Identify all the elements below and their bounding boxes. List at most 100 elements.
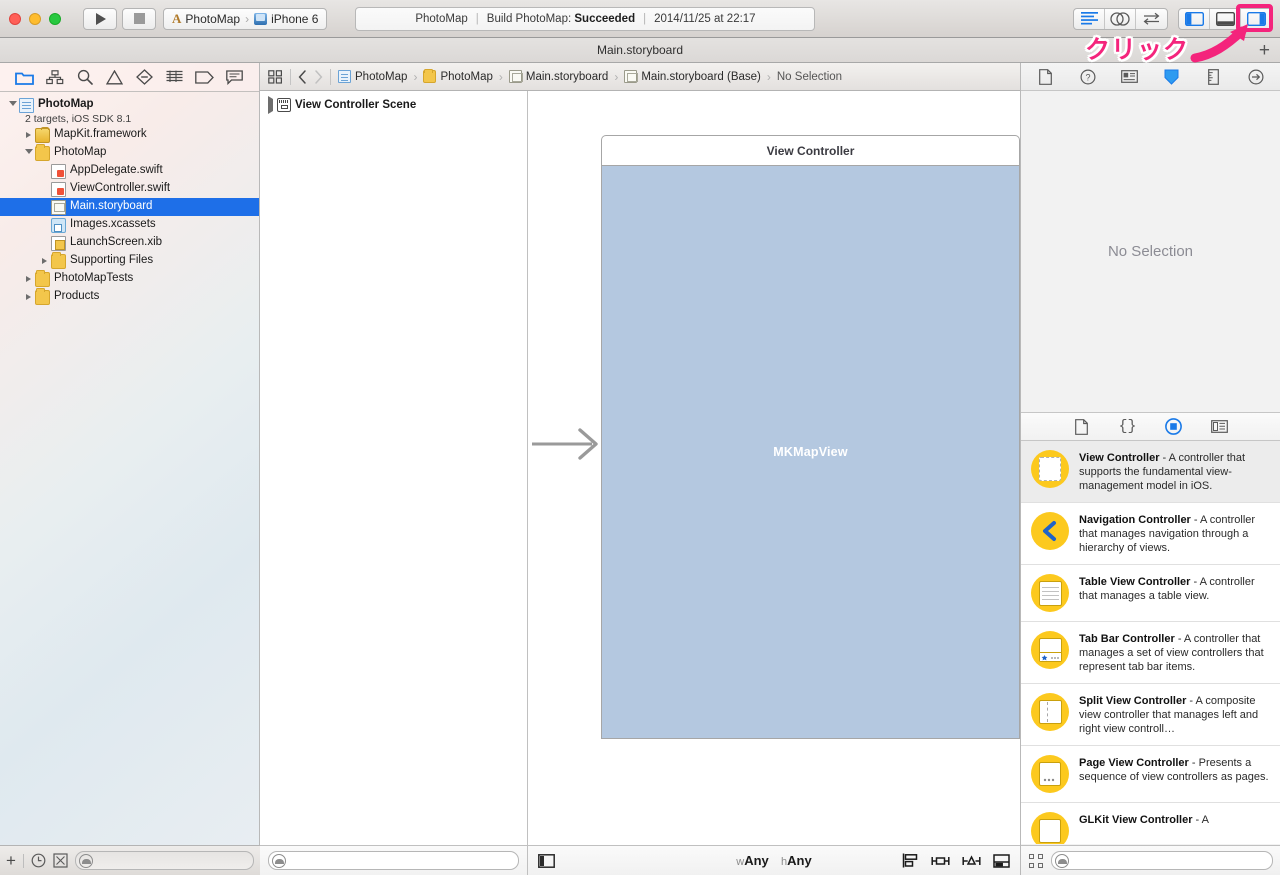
navigator-tab-breakpoint[interactable] <box>192 66 216 88</box>
file-tree-row[interactable]: AppDelegate.swift <box>0 162 259 180</box>
recent-files-clock-icon[interactable] <box>31 853 46 868</box>
assistant-editor-button[interactable] <box>1105 8 1136 29</box>
disclosure-triangle[interactable] <box>22 149 35 157</box>
library-tab-code-snippet[interactable]: {} <box>1118 417 1138 437</box>
framework-icon <box>35 126 50 143</box>
file-tree-row[interactable]: MapKit.framework <box>0 126 259 144</box>
file-tree-row[interactable]: Images.xcassets <box>0 216 259 234</box>
library-item-text: Page View Controller - Presents a sequen… <box>1079 755 1270 784</box>
align-button[interactable] <box>902 853 919 868</box>
split-view-glyph <box>1038 700 1062 724</box>
library-item[interactable]: Table View Controller - A controller tha… <box>1021 565 1280 622</box>
assistant-editor-icon <box>1110 11 1130 26</box>
library-item[interactable]: GLKit View Controller - A <box>1021 803 1280 844</box>
inspector-tab-quick-help[interactable]: ? <box>1078 67 1098 87</box>
breadcrumb-item[interactable]: Main.storyboard (Base) <box>624 70 761 83</box>
stop-icon <box>133 13 145 24</box>
library-tab-media[interactable] <box>1210 417 1230 437</box>
map-view-object[interactable]: MKMapView <box>601 165 1020 739</box>
inspector-tab-identity[interactable] <box>1120 67 1140 87</box>
toggle-outline-view-icon[interactable] <box>538 853 555 868</box>
library-item-title: GLKit View Controller <box>1079 814 1193 826</box>
zoom-window-button[interactable] <box>49 12 61 25</box>
file-tree-row-label: Main.storyboard <box>70 200 153 213</box>
disclosure-triangle[interactable] <box>22 294 35 300</box>
file-tree-row[interactable]: Supporting Files <box>0 252 259 270</box>
close-window-button[interactable] <box>9 12 21 25</box>
navigator-filter-input[interactable] <box>74 851 254 870</box>
library-item[interactable]: Split View Controller - A composite view… <box>1021 684 1280 746</box>
standard-editor-button[interactable] <box>1074 8 1105 29</box>
navigator-tab-issue[interactable] <box>103 66 127 88</box>
tab-bar-glyph <box>1038 638 1062 662</box>
inspector-tab-size[interactable] <box>1204 67 1224 87</box>
file-tree-row[interactable]: PhotoMapTests <box>0 270 259 288</box>
outline-item-view-controller-scene[interactable]: View Controller Scene <box>260 95 527 115</box>
breadcrumb-chevron-icon: › <box>413 69 418 84</box>
interface-builder-canvas[interactable]: View Controller MKMapView <box>528 91 1020 845</box>
breadcrumb-item[interactable]: Main.storyboard <box>508 70 608 83</box>
breadcrumb-chevron-icon: › <box>498 69 503 84</box>
library-view-mode-button[interactable] <box>1029 853 1043 868</box>
run-button[interactable] <box>83 7 117 30</box>
scheme-selector[interactable]: A PhotoMap › iPhone 6 <box>163 7 328 30</box>
breadcrumb-item[interactable]: PhotoMap <box>338 70 407 83</box>
navigator-tab-project[interactable] <box>13 66 37 88</box>
status-action-label: Build PhotoMap: Succeeded <box>486 12 636 25</box>
file-tree-row[interactable]: LaunchScreen.xib <box>0 234 259 252</box>
file-tree-row[interactable]: PhotoMap <box>0 144 259 162</box>
resolve-auto-layout-issues-button[interactable] <box>962 854 981 868</box>
pin-button[interactable] <box>931 854 950 868</box>
xcassets-icon <box>51 217 66 233</box>
inspector-tab-attributes[interactable] <box>1162 67 1182 87</box>
library-item[interactable]: Page View Controller - Presents a sequen… <box>1021 746 1280 803</box>
library-item[interactable]: Navigation Controller - A controller tha… <box>1021 503 1280 565</box>
file-icon <box>1039 68 1052 85</box>
navigator-tab-search[interactable] <box>73 66 97 88</box>
disclosure-triangle[interactable] <box>38 258 51 264</box>
standard-editor-icon <box>1080 12 1098 25</box>
minimize-window-button[interactable] <box>29 12 41 25</box>
file-tree-row[interactable]: ViewController.swift <box>0 180 259 198</box>
object-library-list[interactable]: View Controller - A controller that supp… <box>1021 441 1280 844</box>
resizing-behavior-button[interactable] <box>993 853 1010 868</box>
xcode-window: A PhotoMap › iPhone 6 PhotoMap | Build P… <box>0 0 1280 875</box>
file-tree-row[interactable]: Main.storyboard <box>0 198 259 216</box>
add-editor-button[interactable]: + <box>1259 41 1270 60</box>
breadcrumb-item[interactable]: No Selection <box>777 71 842 83</box>
version-editor-button[interactable] <box>1136 9 1167 29</box>
library-item[interactable]: View Controller - A controller that supp… <box>1021 441 1280 503</box>
file-tree-row[interactable]: PhotoMap <box>0 96 259 114</box>
navigator-tab-test[interactable] <box>132 66 156 88</box>
disclosure-triangle[interactable] <box>22 276 35 282</box>
scheme-chevron-icon: › <box>245 11 250 26</box>
source-control-filter-icon[interactable] <box>53 853 68 868</box>
library-filter-input[interactable] <box>1051 851 1273 870</box>
forward-arrow-icon[interactable] <box>314 69 323 84</box>
breadcrumb-item[interactable]: PhotoMap <box>423 68 493 83</box>
library-item[interactable]: Tab Bar Controller - A controller that m… <box>1021 622 1280 684</box>
file-tree-row[interactable]: Products <box>0 288 259 306</box>
inspector-tab-file[interactable] <box>1036 67 1056 87</box>
back-arrow-icon[interactable] <box>298 69 307 84</box>
disclosure-triangle[interactable] <box>22 132 35 138</box>
inspector-tab-connections[interactable] <box>1246 67 1266 87</box>
library-tab-file-template[interactable] <box>1072 417 1092 437</box>
outline-filter-input[interactable] <box>268 851 519 870</box>
braces-icon: {} <box>1118 418 1137 435</box>
disclosure-triangle[interactable] <box>268 96 273 114</box>
view-controller-scene[interactable]: View Controller MKMapView <box>601 135 1020 767</box>
navigator-tab-report[interactable] <box>222 66 246 88</box>
activity-status-bar[interactable]: PhotoMap | Build PhotoMap: Succeeded | 2… <box>355 6 816 31</box>
library-tab-object[interactable] <box>1164 417 1184 437</box>
navigator-tab-debug[interactable] <box>162 66 186 88</box>
editor-jump-bar: PhotoMap › PhotoMap › Main.storyboard › Main.s… <box>260 63 1020 91</box>
stop-button[interactable] <box>122 7 156 30</box>
related-items-icon[interactable] <box>268 69 283 84</box>
disclosure-triangle[interactable] <box>6 101 19 109</box>
ruler-icon <box>1208 68 1219 85</box>
navigator-tab-symbol[interactable] <box>43 66 67 88</box>
glkit-view-glyph <box>1039 819 1061 843</box>
add-file-button[interactable]: + <box>6 852 16 869</box>
folder-icon <box>35 288 50 305</box>
